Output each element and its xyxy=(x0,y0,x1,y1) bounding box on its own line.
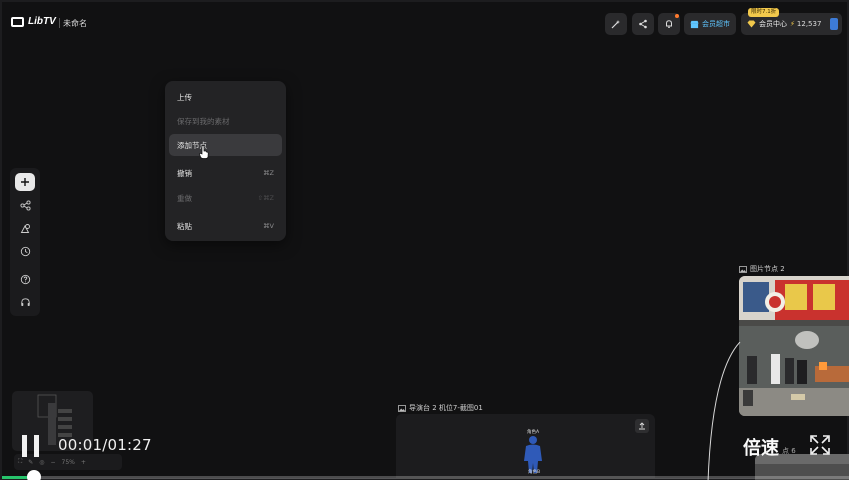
vip-store-label: 会员超市 xyxy=(702,20,730,28)
street-scene-image xyxy=(739,276,849,416)
vip-store-button[interactable]: 会员超市 xyxy=(684,13,736,35)
diamond-icon xyxy=(747,20,756,28)
menu-item-shortcut: ⇧⌘Z xyxy=(257,194,274,202)
project-name[interactable]: 未命名 xyxy=(63,18,87,29)
zoom-level: 75% xyxy=(61,458,75,466)
share-button[interactable] xyxy=(632,13,654,35)
left-toolbar xyxy=(10,168,40,316)
avatar[interactable] xyxy=(830,18,839,30)
director-node-title[interactable]: 导演台 2 机位7-截图01 xyxy=(398,403,483,413)
zoom-out-button[interactable]: − xyxy=(50,459,55,466)
pointer-icon[interactable]: ✎ xyxy=(28,459,33,466)
hand-cursor-icon xyxy=(199,145,209,159)
director-node-preview[interactable]: 角色A 角色B xyxy=(396,414,655,480)
store-icon xyxy=(690,20,699,28)
help-icon xyxy=(20,274,30,284)
menu-item-label: 保存到我的素材 xyxy=(177,116,230,126)
credits-balance: ⚡ 12,537 xyxy=(790,20,821,28)
shapes-icon xyxy=(20,223,30,233)
plus-icon xyxy=(21,178,29,186)
logo-mark-icon xyxy=(11,16,24,27)
menu-item-undo[interactable]: 撤销 ⌘Z xyxy=(169,162,282,184)
magic-wand-icon xyxy=(611,20,620,29)
menu-item-label: 上传 xyxy=(177,92,192,102)
menu-item-label: 撤销 xyxy=(177,168,192,178)
header-divider xyxy=(59,18,60,28)
image-icon xyxy=(739,265,747,273)
menu-item-label: 粘贴 xyxy=(177,221,192,231)
menu-item-shortcut: ⌘V xyxy=(263,222,274,230)
member-center-label: 会员中心 xyxy=(759,20,787,28)
playback-speed-button[interactable]: 倍速 xyxy=(743,434,779,460)
layers-icon[interactable]: ◎ xyxy=(39,459,44,466)
image-node-title[interactable]: 图片节点 2 xyxy=(739,264,785,274)
upload-icon xyxy=(639,422,645,430)
director-node-label: 导演台 2 机位7-截图01 xyxy=(409,404,483,412)
fit-view-icon[interactable]: ⛶ xyxy=(18,458,22,466)
headset-icon xyxy=(20,297,30,306)
menu-item-add-node[interactable]: 添加节点 xyxy=(169,134,282,156)
menu-item-paste[interactable]: 粘贴 ⌘V xyxy=(169,215,282,237)
image-node-label: 图片节点 2 xyxy=(750,265,785,273)
figure-label-bottom: 角色B xyxy=(528,470,541,475)
bolt-icon: ⚡ xyxy=(790,20,795,28)
app-logo[interactable]: LibTV xyxy=(11,16,56,27)
add-node-button[interactable] xyxy=(15,173,35,191)
workflow-icon xyxy=(19,199,31,211)
credits-value: 12,537 xyxy=(796,20,822,28)
context-menu: 上传 保存到我的素材 添加节点 撤销 ⌘Z 重做 ⇧⌘Z 粘贴 ⌘V xyxy=(165,81,286,241)
help-button[interactable] xyxy=(18,272,32,286)
app-window: LibTV 未命名 会员超市 会员中心 ⚡ 12,537 限时7.1折 上传 保… xyxy=(0,0,849,480)
bell-icon xyxy=(666,20,672,28)
node-connection-line xyxy=(707,342,741,480)
assets-button[interactable] xyxy=(18,221,32,235)
playback-time: 00:01/01:27 xyxy=(58,436,152,454)
progress-track[interactable] xyxy=(2,476,849,479)
notification-dot xyxy=(675,14,679,18)
share-icon xyxy=(639,19,647,29)
menu-item-save-to-assets[interactable]: 保存到我的素材 xyxy=(169,110,282,132)
image-node-preview[interactable] xyxy=(739,276,849,416)
menu-item-label: 重做 xyxy=(177,193,192,203)
zoom-in-button[interactable]: + xyxy=(81,459,86,466)
menu-item-redo[interactable]: 重做 ⇧⌘Z xyxy=(169,187,282,209)
magic-wand-button[interactable] xyxy=(605,13,627,35)
fullscreen-icon[interactable] xyxy=(809,434,831,456)
node-upload-button[interactable] xyxy=(635,419,649,433)
notifications-button[interactable] xyxy=(658,13,680,35)
progress-knob[interactable] xyxy=(26,470,41,480)
menu-item-shortcut: ⌘Z xyxy=(263,169,274,177)
logo-text: LibTV xyxy=(28,16,56,27)
history-button[interactable] xyxy=(18,244,32,258)
support-button[interactable] xyxy=(18,295,32,309)
partial-node-label: 点 6 xyxy=(782,447,796,455)
clock-icon xyxy=(20,246,30,256)
workflow-button[interactable] xyxy=(18,198,32,212)
image-icon xyxy=(398,404,406,412)
menu-item-upload[interactable]: 上传 xyxy=(169,86,282,108)
pause-icon[interactable] xyxy=(21,434,41,458)
promo-badge: 限时7.1折 xyxy=(748,8,780,17)
